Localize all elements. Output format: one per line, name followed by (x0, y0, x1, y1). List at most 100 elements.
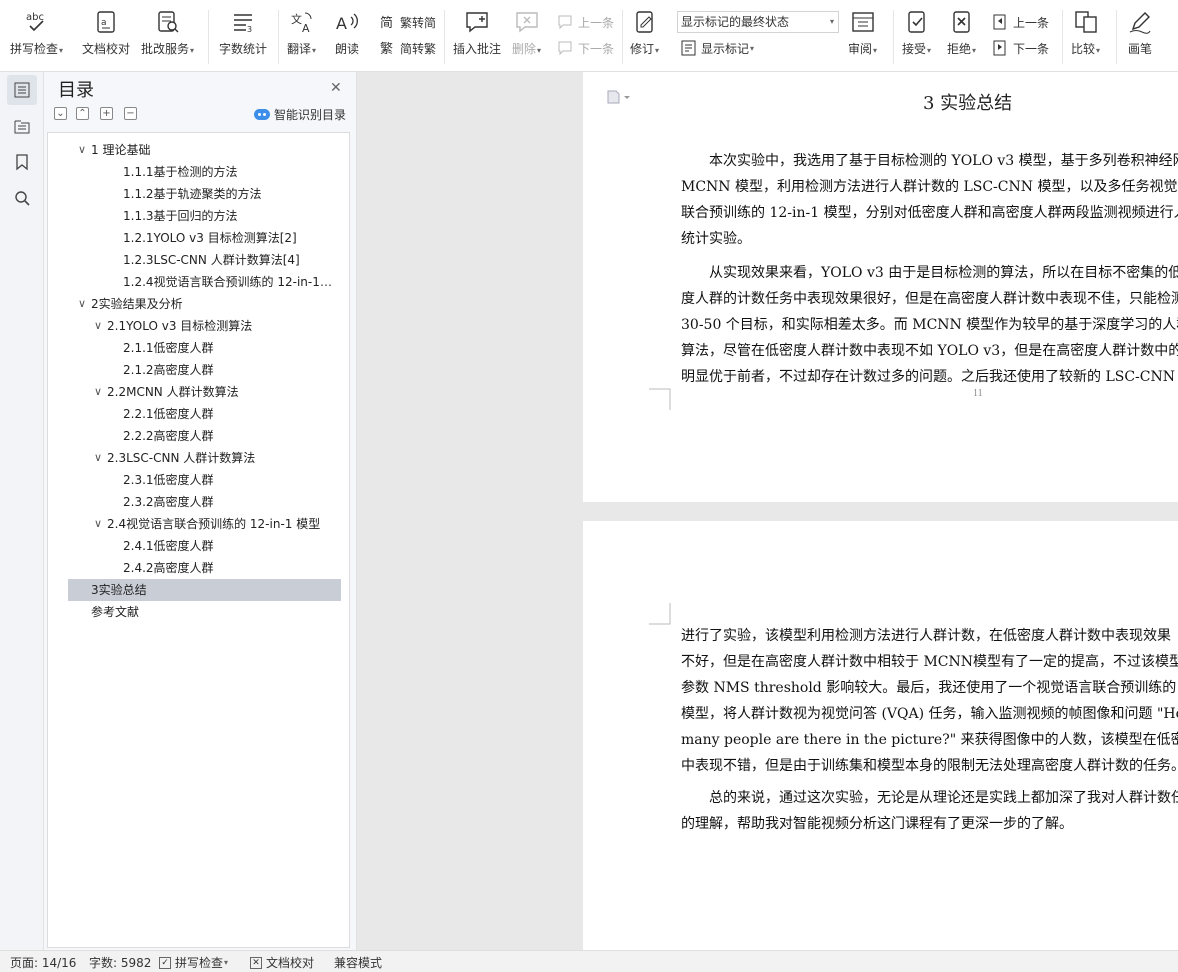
simp-to-trad-button[interactable]: 繁 简转繁 (378, 38, 436, 58)
delete-comment-button[interactable]: 删除▾ (512, 8, 541, 57)
text-line[interactable]: 算法，尽管在低密度人群计数中表现不如 YOLO v3，但是在高密度人群计数中的表… (681, 338, 1178, 364)
toc-item[interactable]: 1.1.2基于轨迹聚类的方法 (48, 183, 349, 205)
text-line[interactable]: 统计实验。 (681, 226, 1178, 252)
toc-item[interactable]: 参考文献 (48, 601, 349, 623)
text-line[interactable]: 本次实验中，我选用了基于目标检测的 YOLO v3 模型，基于多列卷积神经网络的 (681, 148, 1178, 174)
toc-item[interactable]: 2.1.1低密度人群 (48, 337, 349, 359)
spell-check-button[interactable]: abc 拼写检查▾ (10, 8, 63, 57)
toc-item[interactable]: 1.2.1YOLO v3 目标检测算法[2] (48, 227, 349, 249)
toc-item[interactable]: 1.1.1基于检测的方法 (48, 161, 349, 183)
toc-item[interactable]: 2.4.2高密度人群 (48, 557, 349, 579)
chapter-panel-button[interactable] (7, 111, 37, 141)
chevron-down-icon[interactable]: ∨ (76, 293, 88, 315)
toc-item[interactable]: 2.2.2高密度人群 (48, 425, 349, 447)
toc-item[interactable]: 2.1.2高密度人群 (48, 359, 349, 381)
text-line[interactable]: 度人群的计数任务中表现效果很好，但是在高密度人群计数中表现不佳，只能检测出 (681, 286, 1178, 312)
ink-button[interactable]: 画笔 (1126, 8, 1154, 57)
insert-comment-button[interactable]: 插入批注 (453, 8, 501, 57)
toc-item[interactable]: ∨ 1 理论基础 (48, 139, 349, 161)
text-line[interactable]: 从实现效果来看，YOLO v3 由于是目标检测的算法，所以在目标不密集的低密 (681, 260, 1178, 286)
spell-check-label: 拼写检查 (10, 42, 59, 56)
prev-comment-button[interactable]: 上一条 (556, 12, 614, 32)
toc-item[interactable]: 2.3.2高密度人群 (48, 491, 349, 513)
text-line[interactable]: many people are there in the picture?" 来… (681, 727, 1178, 753)
toc-item[interactable]: 2.4.1低密度人群 (48, 535, 349, 557)
expand-up-icon[interactable]: ⌃ (76, 107, 89, 120)
simp-to-trad-label: 简转繁 (400, 41, 437, 56)
bookmark-panel-button[interactable] (7, 147, 37, 177)
section-heading[interactable]: 3 实验总结 (923, 89, 1012, 115)
text-line[interactable]: 总的来说，通过这次实验，无论是从理论还是实践上都加深了我对人群计数任务 (681, 785, 1178, 811)
toc-panel: 目录 ✕ ⌄ ⌃ + − 智能识别目录 ∨ 1 理论基础 1.1.1基于检测的方法… (44, 72, 357, 950)
translate-button[interactable]: 文A 翻译▾ (287, 8, 316, 57)
text-line[interactable]: MCNN 模型，利用检测方法进行人群计数的 LSC-CNN 模型，以及多任务视觉… (681, 174, 1178, 200)
toc-item-selected[interactable]: 3实验总结 (68, 579, 341, 601)
toc-item[interactable]: 1.2.4视觉语言联合预训练的 12-in-1… (48, 271, 349, 293)
word-count-label: 字数统计 (219, 42, 268, 56)
page-indicator[interactable]: 页面: 14/16 (10, 954, 76, 971)
add-heading-icon[interactable]: + (100, 107, 113, 120)
collapse-all-icon[interactable]: ⌄ (54, 107, 67, 120)
review-pane-button[interactable]: 审阅▾ (848, 8, 877, 57)
document-menu-icon[interactable] (607, 90, 631, 107)
trad-to-simp-button[interactable]: 简 繁转简 (378, 12, 436, 32)
chevron-down-icon[interactable]: ∨ (76, 139, 88, 161)
read-aloud-button[interactable]: A 朗读 (333, 8, 361, 57)
doc-proofread-label: 文档校对 (82, 42, 131, 56)
text-line[interactable]: 30-50 个目标，和实际相差太多。而 MCNN 模型作为较早的基于深度学习的人… (681, 312, 1178, 338)
markup-state-select[interactable]: 显示标记的最终状态 ▾ (677, 11, 839, 33)
chevron-down-icon[interactable]: ∨ (92, 381, 104, 403)
delete-comment-label: 删除 (512, 42, 537, 56)
doc-proofread-button[interactable]: a 文档校对 (82, 8, 130, 57)
status-doc-proofread[interactable]: ✕ 文档校对 (250, 954, 314, 971)
text-line[interactable]: 明显优于前者，不过却存在计数过多的问题。之后我还使用了较新的 LSC-CNN 模… (681, 364, 1178, 390)
word-count-button[interactable]: 3 字数统计 (219, 8, 267, 57)
toc-item[interactable]: 2.3.1低密度人群 (48, 469, 349, 491)
chevron-down-icon[interactable]: ∨ (92, 513, 104, 535)
chevron-down-icon[interactable]: ∨ (92, 315, 104, 337)
toc-item[interactable]: ∨ 2.1YOLO v3 目标检测算法 (48, 315, 349, 337)
close-icon[interactable]: ✕ (330, 80, 342, 96)
status-spell-check[interactable]: ✓ 拼写检查 ▾ (159, 954, 228, 971)
paragraph[interactable]: 总的来说，通过这次实验，无论是从理论还是实践上都加深了我对人群计数任务 的理解，帮… (681, 785, 1178, 837)
text-line[interactable]: 不好，但是在高密度人群计数中相较于 MCNN模型有了一定的提高，不过该模型受 (681, 649, 1178, 675)
simp-to-trad-icon: 繁 (378, 39, 398, 57)
show-markup-button[interactable]: 显示标记 ▾ (679, 38, 754, 58)
grading-service-button[interactable]: 批改服务▾ (141, 8, 194, 57)
reject-button[interactable]: 拒绝▾ (947, 8, 976, 57)
toc-panel-button[interactable] (7, 75, 37, 105)
text-line[interactable]: 模型，将人群计数视为视觉问答 (VQA) 任务，输入监测视频的帧图像和问题 "H… (681, 701, 1178, 727)
paragraph[interactable]: 进行了实验，该模型利用检测方法进行人群计数，在低密度人群计数中表现效果 不好，但是… (681, 623, 1178, 779)
toc-item[interactable]: ∨ 2.4视觉语言联合预训练的 12-in-1 模型 (48, 513, 349, 535)
text-line[interactable]: 的理解，帮助我对智能视频分析这门课程有了更深一步的了解。 (681, 811, 1178, 837)
toc-item[interactable]: 1.1.3基于回归的方法 (48, 205, 349, 227)
prev-change-button[interactable]: 上一条 (991, 12, 1049, 32)
track-changes-button[interactable]: 修订▾ (630, 8, 659, 57)
text-line[interactable]: 联合预训练的 12-in-1 模型，分别对低密度人群和高密度人群两段监测视频进行… (681, 200, 1178, 226)
margin-corner-mark (649, 388, 671, 410)
text-line[interactable]: 中表现不错，但是由于训练集和模型本身的限制无法处理高密度人群计数的任务。 (681, 753, 1178, 779)
svg-text:简: 简 (380, 15, 393, 31)
toc-item[interactable]: ∨ 2.3LSC-CNN 人群计数算法 (48, 447, 349, 469)
toc-item[interactable]: ∨ 2.2MCNN 人群计数算法 (48, 381, 349, 403)
accept-button[interactable]: 接受▾ (902, 8, 931, 57)
toc-item[interactable]: 1.2.3LSC-CNN 人群计数算法[4] (48, 249, 349, 271)
remove-heading-icon[interactable]: − (124, 107, 137, 120)
next-change-button[interactable]: 下一条 (991, 38, 1049, 58)
text-line[interactable]: 进行了实验，该模型利用检测方法进行人群计数，在低密度人群计数中表现效果 (681, 623, 1178, 649)
status-bar: 页面: 14/16 字数: 5982 ✓ 拼写检查 ▾ ✕ 文档校对 兼容模式 (0, 950, 1178, 972)
paragraph[interactable]: 从实现效果来看，YOLO v3 由于是目标检测的算法，所以在目标不密集的低密 度人… (681, 260, 1178, 390)
text-line[interactable]: 参数 NMS threshold 影响较大。最后，我还使用了一个视觉语言联合预训… (681, 675, 1178, 701)
chevron-down-icon[interactable]: ∨ (92, 447, 104, 469)
word-count-indicator[interactable]: 字数: 5982 (89, 954, 151, 971)
svg-text:3: 3 (247, 25, 252, 34)
toc-tree: ∨ 1 理论基础 1.1.1基于检测的方法 1.1.2基于轨迹聚类的方法 1.1.… (47, 132, 350, 948)
search-panel-button[interactable] (7, 183, 37, 213)
next-comment-button[interactable]: 下一条 (556, 38, 614, 58)
more-indicator: … (320, 275, 332, 289)
smart-toc-button[interactable]: 智能识别目录 (254, 106, 346, 123)
paragraph[interactable]: 本次实验中，我选用了基于目标检测的 YOLO v3 模型，基于多列卷积神经网络的… (681, 148, 1178, 252)
toc-item[interactable]: 2.2.1低密度人群 (48, 403, 349, 425)
toc-item[interactable]: ∨ 2实验结果及分析 (48, 293, 349, 315)
compare-button[interactable]: 比较▾ (1071, 8, 1100, 57)
